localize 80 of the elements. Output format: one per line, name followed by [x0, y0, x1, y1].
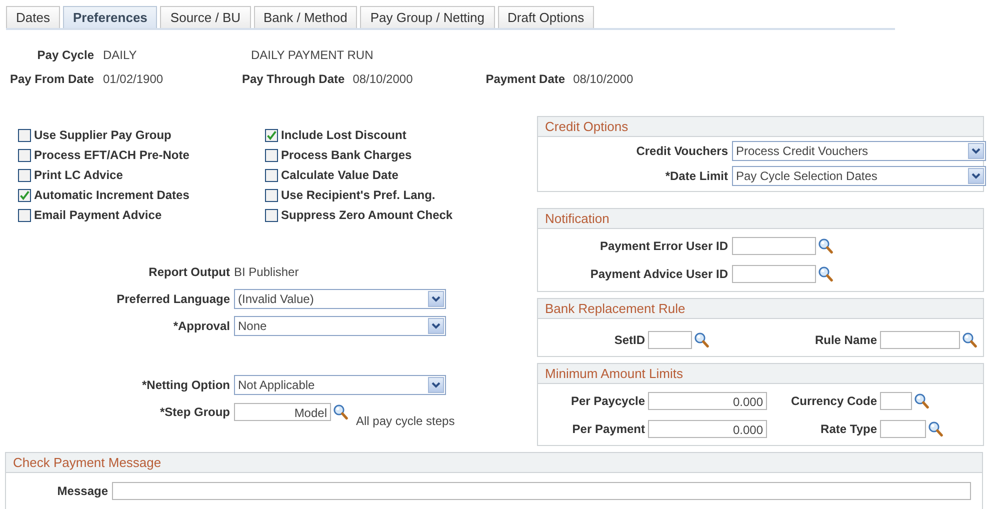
tab[interactable]: Preferences	[62, 6, 158, 28]
field-label: *Approval	[172, 319, 230, 333]
input-field[interactable]	[880, 392, 912, 410]
checkbox-label: Print LC Advice	[34, 168, 123, 182]
field-label: Pay From Date	[8, 72, 94, 86]
search-icon[interactable]	[962, 332, 977, 348]
dropdown-field[interactable]: None	[234, 316, 446, 336]
checkbox[interactable]	[265, 208, 278, 222]
field-label: Per Payment	[571, 422, 645, 436]
checkbox[interactable]	[18, 188, 31, 202]
input-field[interactable]	[732, 265, 816, 283]
input-field[interactable]: Model	[234, 403, 331, 421]
tab[interactable]: Dates	[6, 6, 60, 28]
search-icon[interactable]	[818, 238, 833, 254]
field-value: 01/02/1900	[103, 72, 164, 86]
field-label: Preferred Language	[116, 292, 230, 306]
input-field[interactable]	[112, 482, 971, 500]
field-value: DAILY	[103, 48, 138, 62]
input-field[interactable]	[880, 331, 960, 349]
field-label: *Netting Option	[141, 378, 230, 392]
tab[interactable]: Draft Options	[498, 6, 594, 28]
field-label: Pay Cycle	[36, 48, 94, 62]
checkbox[interactable]	[265, 128, 278, 142]
input-field[interactable]	[732, 237, 816, 255]
tab[interactable]: Pay Group / Netting	[360, 6, 495, 28]
field-value: 08/10/2000	[573, 72, 634, 86]
section-header: Bank Replacement Rule	[538, 299, 983, 319]
field-label: Pay Through Date	[242, 72, 345, 86]
field-label: Credit Vouchers	[635, 144, 728, 158]
checkbox-label: Automatic Increment Dates	[34, 188, 190, 202]
section-header: Minimum Amount Limits	[538, 364, 983, 384]
checkbox-label: Include Lost Discount	[281, 128, 406, 142]
search-icon[interactable]	[928, 421, 943, 437]
dropdown-field[interactable]: Not Applicable	[234, 375, 446, 395]
checkbox[interactable]	[265, 168, 278, 182]
checkbox-label: Use Recipient's Pref. Lang.	[281, 188, 436, 202]
checkbox-label: Process EFT/ACH Pre-Note	[34, 148, 190, 162]
input-field[interactable]	[880, 420, 926, 438]
dropdown-field[interactable]: (Invalid Value)	[234, 289, 446, 309]
input-field[interactable]	[648, 331, 692, 349]
field-label: Currency Code	[790, 394, 877, 408]
field-description: All pay cycle steps	[356, 414, 455, 428]
field-label: Payment Advice User ID	[589, 267, 728, 281]
checkbox-label: Use Supplier Pay Group	[34, 128, 172, 142]
field-label: Rate Type	[820, 422, 877, 436]
field-label: *Date Limit	[664, 169, 728, 183]
checkbox[interactable]	[18, 208, 31, 222]
dropdown-field[interactable]: Process Credit Vouchers	[732, 141, 986, 161]
field-value: DAILY PAYMENT RUN	[251, 48, 374, 62]
search-icon[interactable]	[333, 404, 348, 420]
field-label: *Step Group	[158, 405, 230, 419]
field-label: Message	[56, 484, 108, 498]
tab[interactable]: Source / BU	[160, 6, 251, 28]
dropdown-field[interactable]: Pay Cycle Selection Dates	[732, 166, 986, 186]
checkbox-label: Email Payment Advice	[34, 208, 162, 222]
checkbox-label: Suppress Zero Amount Check	[281, 208, 453, 222]
search-icon[interactable]	[694, 332, 709, 348]
input-field[interactable]: 0.000	[648, 392, 767, 410]
checkbox[interactable]	[265, 148, 278, 162]
field-label: Report Output	[148, 265, 230, 279]
checkbox[interactable]	[265, 188, 278, 202]
section-header: Credit Options	[538, 117, 983, 137]
field-value: 08/10/2000	[352, 72, 414, 86]
search-icon[interactable]	[914, 393, 929, 409]
checkbox-label: Process Bank Charges	[281, 148, 412, 162]
input-field[interactable]: 0.000	[648, 420, 767, 438]
field-value: BI Publisher	[234, 265, 299, 279]
checkbox[interactable]	[18, 148, 31, 162]
field-label: Payment Date	[486, 72, 566, 86]
section-header: Notification	[538, 209, 983, 229]
field-label: Payment Error User ID	[598, 239, 728, 253]
tab[interactable]: Bank / Method	[254, 6, 358, 28]
section-header: Check Payment Message	[6, 453, 982, 473]
search-icon[interactable]	[818, 266, 833, 282]
checkbox[interactable]	[18, 168, 31, 182]
checkbox[interactable]	[18, 128, 31, 142]
field-label: Per Paycycle	[570, 394, 645, 408]
field-label: Rule Name	[814, 333, 877, 347]
field-label: SetID	[613, 333, 645, 347]
checkbox-label: Calculate Value Date	[281, 168, 398, 182]
